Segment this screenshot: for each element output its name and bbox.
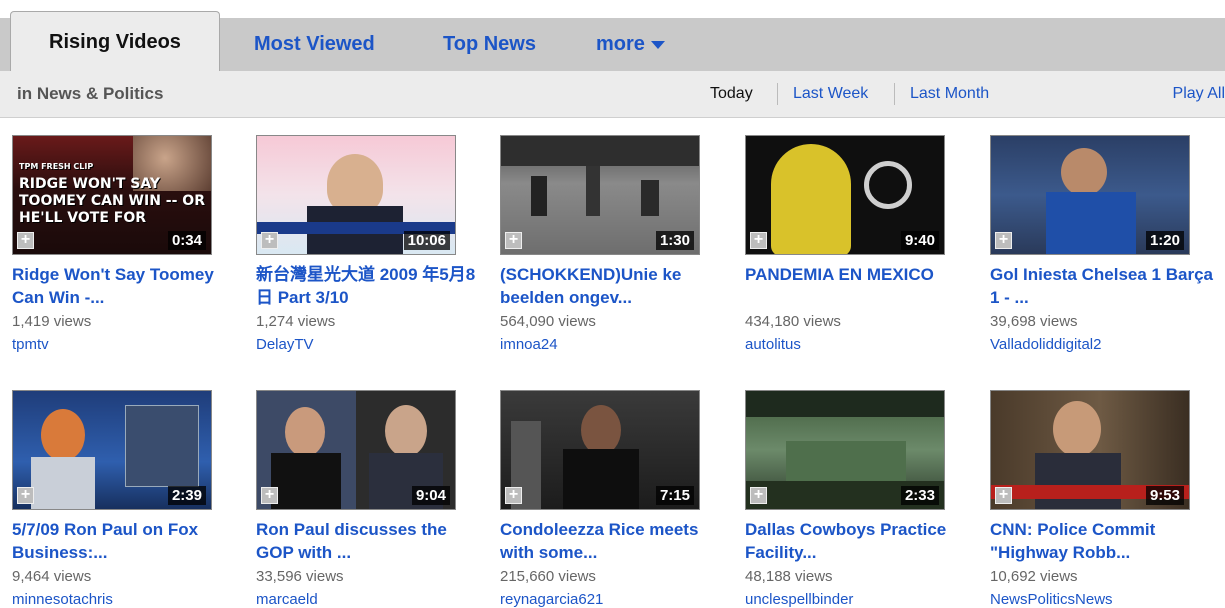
video-duration: 9:04: [411, 486, 450, 505]
video-thumbnail[interactable]: + 7:15: [500, 390, 700, 510]
period-last-month[interactable]: Last Month: [910, 71, 989, 117]
video-title[interactable]: PANDEMIA EN MEXICO: [745, 263, 975, 286]
filter-bar: in News & Politics Today Last Week Last …: [0, 71, 1225, 118]
video-title[interactable]: Ron Paul discusses the GOP with ...: [256, 518, 486, 564]
view-count: 1,274 views: [256, 313, 336, 330]
add-to-quicklist-icon[interactable]: +: [750, 232, 767, 249]
tab-more-label: more: [596, 33, 645, 55]
video-thumbnail[interactable]: TPM FRESH CLIP RIDGE WON'T SAY TOOMEY CA…: [12, 135, 212, 255]
add-to-quicklist-icon[interactable]: +: [995, 232, 1012, 249]
view-count: 215,660 views: [500, 568, 596, 585]
add-to-quicklist-icon[interactable]: +: [750, 487, 767, 504]
add-to-quicklist-icon[interactable]: +: [995, 487, 1012, 504]
view-count: 564,090 views: [500, 313, 596, 330]
play-all-link[interactable]: Play All: [1173, 71, 1225, 117]
add-to-quicklist-icon[interactable]: +: [17, 487, 34, 504]
video-title[interactable]: 5/7/09 Ron Paul on Fox Business:...: [12, 518, 242, 564]
category-label: in News & Politics: [17, 84, 164, 103]
view-count: 39,698 views: [990, 313, 1078, 330]
view-count: 434,180 views: [745, 313, 841, 330]
video-thumbnail[interactable]: + 2:39: [12, 390, 212, 510]
caret-down-icon: [650, 40, 665, 49]
video-duration: 0:34: [167, 231, 206, 250]
add-to-quicklist-icon[interactable]: +: [261, 232, 278, 249]
add-to-quicklist-icon[interactable]: +: [505, 232, 522, 249]
video-thumbnail[interactable]: + 1:30: [500, 135, 700, 255]
uploader-link[interactable]: tpmtv: [12, 336, 49, 353]
video-thumbnail[interactable]: + 9:04: [256, 390, 456, 510]
overlay-caption: HE'LL VOTE FOR: [19, 210, 147, 226]
add-to-quicklist-icon[interactable]: +: [17, 232, 34, 249]
view-count: 33,596 views: [256, 568, 344, 585]
uploader-link[interactable]: NewsPoliticsNews: [990, 591, 1113, 608]
video-duration: 2:33: [900, 486, 939, 505]
video-title[interactable]: Condoleezza Rice meets with some...: [500, 518, 730, 564]
overlay-caption: TPM FRESH CLIP: [19, 162, 94, 171]
video-duration: 10:06: [403, 231, 450, 250]
tab-bar: Rising Videos Most Viewed Top News more: [0, 0, 1225, 71]
view-count: 10,692 views: [990, 568, 1078, 585]
uploader-link[interactable]: autolitus: [745, 336, 801, 353]
uploader-link[interactable]: unclespellbinder: [745, 591, 853, 608]
view-count: 48,188 views: [745, 568, 833, 585]
video-duration: 1:30: [655, 231, 694, 250]
video-title[interactable]: Dallas Cowboys Practice Facility...: [745, 518, 975, 564]
video-duration: 9:53: [1145, 486, 1184, 505]
add-to-quicklist-icon[interactable]: +: [505, 487, 522, 504]
video-thumbnail[interactable]: + 10:06: [256, 135, 456, 255]
view-count: 9,464 views: [12, 568, 92, 585]
video-grid: TPM FRESH CLIP RIDGE WON'T SAY TOOMEY CA…: [0, 118, 1225, 608]
tab-rising-videos[interactable]: Rising Videos: [10, 11, 220, 71]
tab-more[interactable]: more: [596, 18, 665, 71]
overlay-caption: RIDGE WON'T SAY: [19, 176, 161, 192]
video-title[interactable]: Gol Iniesta Chelsea 1 Barça 1 - ...: [990, 263, 1220, 309]
video-thumbnail[interactable]: + 2:33: [745, 390, 945, 510]
uploader-link[interactable]: imnoa24: [500, 336, 558, 353]
uploader-link[interactable]: DelayTV: [256, 336, 314, 353]
tab-top-news[interactable]: Top News: [443, 18, 536, 71]
uploader-link[interactable]: reynagarcia621: [500, 591, 603, 608]
view-count: 1,419 views: [12, 313, 92, 330]
video-duration: 7:15: [655, 486, 694, 505]
video-duration: 9:40: [900, 231, 939, 250]
add-to-quicklist-icon[interactable]: +: [261, 487, 278, 504]
video-title[interactable]: Ridge Won't Say Toomey Can Win -...: [12, 263, 242, 309]
divider: [777, 83, 778, 105]
video-duration: 2:39: [167, 486, 206, 505]
video-thumbnail[interactable]: + 1:20: [990, 135, 1190, 255]
video-title[interactable]: 新台灣星光大道 2009 年5月8日 Part 3/10: [256, 263, 486, 309]
period-today[interactable]: Today: [710, 71, 753, 117]
video-thumbnail[interactable]: + 9:40: [745, 135, 945, 255]
overlay-caption: TOOMEY CAN WIN -- OR: [19, 193, 205, 209]
video-title[interactable]: CNN: Police Commit "Highway Robb...: [990, 518, 1220, 564]
video-duration: 1:20: [1145, 231, 1184, 250]
tab-most-viewed[interactable]: Most Viewed: [254, 18, 375, 71]
video-title[interactable]: (SCHOKKEND)Unie ke beelden ongev...: [500, 263, 730, 309]
period-last-week[interactable]: Last Week: [793, 71, 868, 117]
uploader-link[interactable]: marcaeld: [256, 591, 318, 608]
uploader-link[interactable]: minnesotachris: [12, 591, 113, 608]
uploader-link[interactable]: Valladoliddigital2: [990, 336, 1101, 353]
video-thumbnail[interactable]: + 9:53: [990, 390, 1190, 510]
divider: [894, 83, 895, 105]
